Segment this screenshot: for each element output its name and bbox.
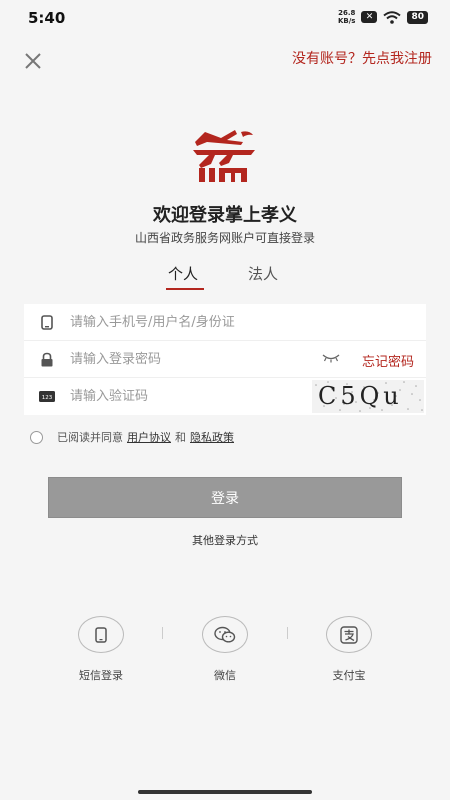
other-login-methods-label: 其他登录方式 xyxy=(192,534,258,547)
agreement-row: 已阅读并同意 用户协议 和 隐私政策 xyxy=(30,429,238,445)
active-tab-indicator xyxy=(166,288,204,290)
divider xyxy=(162,627,163,639)
divider xyxy=(287,627,288,639)
password-row: 忘记密码 xyxy=(24,341,426,378)
privacy-policy-link[interactable]: 隐私政策 xyxy=(190,429,234,445)
register-link[interactable]: 没有账号？先点我注册 xyxy=(292,48,432,68)
captcha-image[interactable]: C5Qu xyxy=(312,380,424,413)
home-indicator[interactable] xyxy=(138,790,312,794)
mute-icon: ✕ xyxy=(361,11,378,23)
wechat-icon xyxy=(214,626,236,643)
net-speed-value: 26.8 xyxy=(338,9,356,17)
wechat-login-circle xyxy=(202,616,248,653)
wifi-icon xyxy=(383,10,402,24)
alipay-login-button[interactable]: 支付宝 xyxy=(309,616,389,683)
welcome-subtitle: 山西省政务服务网账户可直接登录 xyxy=(134,231,315,245)
close-icon[interactable] xyxy=(20,48,46,74)
net-speed-unit: KB/s xyxy=(337,17,356,25)
status-bar: 5:40 26.8 KB/s ✕ 80 xyxy=(0,0,450,36)
sms-login-button[interactable]: 短信登录 xyxy=(61,616,141,683)
status-icons: 26.8 KB/s ✕ 80 xyxy=(338,9,428,25)
user-agreement-link[interactable]: 用户协议 xyxy=(127,429,171,445)
account-input[interactable] xyxy=(70,304,426,340)
phone-icon xyxy=(24,314,70,330)
sms-login-circle xyxy=(78,616,124,653)
alipay-login-label: 支付宝 xyxy=(332,669,366,682)
net-speed: 26.8 KB/s xyxy=(338,9,355,25)
phone-icon xyxy=(95,626,107,643)
battery-icon: 80 xyxy=(407,10,428,24)
agreement-prefix: 已阅读并同意 xyxy=(57,431,123,444)
wechat-login-button[interactable]: 微信 xyxy=(185,616,265,683)
agreement-and: 和 xyxy=(175,431,186,444)
tab-legal-person[interactable]: 法人 xyxy=(248,263,278,284)
app-logo xyxy=(193,130,255,182)
svg-text:123: 123 xyxy=(42,395,53,401)
eye-closed-icon[interactable] xyxy=(322,353,340,363)
captcha-text: C5Qu xyxy=(318,382,403,410)
forgot-password-link[interactable]: 忘记密码 xyxy=(362,351,414,370)
wechat-login-label: 微信 xyxy=(214,669,236,682)
agreement-radio[interactable] xyxy=(30,430,43,444)
welcome-title: 欢迎登录掌上孝义 xyxy=(153,205,297,226)
alipay-icon xyxy=(340,625,358,644)
number-badge-icon: 123 xyxy=(24,391,70,402)
login-button[interactable]: 登录 xyxy=(48,477,402,518)
login-form: 忘记密码 123 C5Qu xyxy=(24,304,426,415)
captcha-row: 123 C5Qu xyxy=(24,378,426,415)
alipay-login-circle xyxy=(326,616,372,653)
tab-personal[interactable]: 个人 xyxy=(168,263,198,284)
account-row xyxy=(24,304,426,341)
lock-icon xyxy=(24,352,70,367)
sms-login-label: 短信登录 xyxy=(79,669,123,682)
status-time: 5:40 xyxy=(28,9,66,27)
